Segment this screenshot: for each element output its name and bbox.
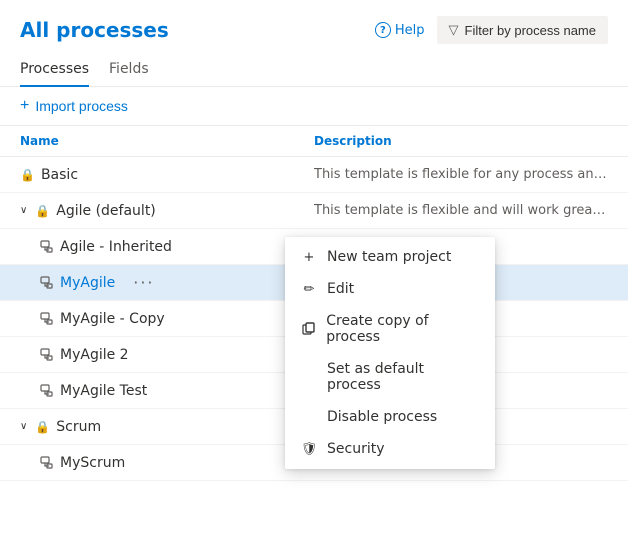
inherit-icon <box>40 456 54 470</box>
inherit-icon <box>40 312 54 326</box>
name-cell: MyScrum <box>20 455 314 471</box>
menu-item-label: Create copy of process <box>326 313 479 345</box>
process-name: Agile - Inherited <box>60 239 172 255</box>
menu-item-set-default[interactable]: Set as default process <box>285 353 495 401</box>
help-button[interactable]: ? Help <box>375 22 425 38</box>
process-name: MyAgile Test <box>60 383 147 399</box>
plus-icon: + <box>301 250 317 265</box>
process-name: Scrum <box>56 419 101 435</box>
import-button[interactable]: + Import process <box>20 97 128 115</box>
help-label: Help <box>395 23 425 38</box>
inherit-icon <box>40 384 54 398</box>
name-cell: 🔒 Basic <box>20 167 314 183</box>
edit-icon: ✏ <box>301 282 317 297</box>
process-name: Basic <box>41 167 78 183</box>
process-name: MyScrum <box>60 455 125 471</box>
tab-processes[interactable]: Processes <box>20 53 89 87</box>
name-cell: MyAgile 2 <box>20 347 314 363</box>
page-title: All processes <box>20 18 169 42</box>
tab-fields[interactable]: Fields <box>109 53 149 87</box>
menu-item-new-team-project[interactable]: + New team project <box>285 241 495 273</box>
chevron-down-icon[interactable]: ∨ <box>20 421 27 432</box>
lock-icon: 🔒 <box>20 168 35 182</box>
page-header: All processes ? Help ▽ Filter by process… <box>0 0 628 52</box>
inherit-icon <box>40 240 54 254</box>
process-list: 🔒 Basic This template is flexible for an… <box>0 157 628 481</box>
copy-icon <box>301 322 316 336</box>
lock-icon: 🔒 <box>35 420 50 434</box>
menu-item-edit[interactable]: ✏ Edit <box>285 273 495 305</box>
description-cell: This template is flexible for any proces… <box>314 167 608 182</box>
tab-bar: Processes Fields <box>0 52 628 87</box>
toolbar: + Import process <box>0 87 628 126</box>
shield-icon: 🛡 <box>301 442 317 457</box>
name-cell: MyAgile Test <box>20 383 314 399</box>
menu-item-label: Edit <box>327 281 354 297</box>
filter-label: Filter by process name <box>465 23 597 38</box>
help-icon: ? <box>375 22 391 38</box>
chevron-down-icon[interactable]: ∨ <box>20 205 27 216</box>
process-name: MyAgile 2 <box>60 347 129 363</box>
menu-item-security[interactable]: 🛡 Security <box>285 433 495 465</box>
context-menu: + New team project ✏ Edit Create copy of… <box>285 237 495 469</box>
name-cell: Agile - Inherited <box>20 239 314 255</box>
menu-item-label: Set as default process <box>327 361 479 393</box>
lock-icon: 🔒 <box>35 204 50 218</box>
filter-button[interactable]: ▽ Filter by process name <box>437 16 609 44</box>
inherit-icon <box>40 348 54 362</box>
menu-item-label: Disable process <box>327 409 437 425</box>
table-header: Name Description <box>0 126 628 157</box>
menu-item-create-copy[interactable]: Create copy of process <box>285 305 495 353</box>
process-name: Agile (default) <box>56 203 156 219</box>
header-actions: ? Help ▽ Filter by process name <box>375 16 608 44</box>
name-cell: ∨ 🔒 Scrum <box>20 419 314 435</box>
col-desc-header: Description <box>314 134 608 148</box>
col-name-header: Name <box>20 134 314 148</box>
plus-icon: + <box>20 97 29 115</box>
inherit-icon <box>40 276 54 290</box>
name-cell: MyAgile ··· <box>20 273 314 292</box>
table-row: 🔒 Basic This template is flexible for an… <box>0 157 628 193</box>
name-cell: MyAgile - Copy <box>20 311 314 327</box>
table-row: ∨ 🔒 Agile (default) This template is fle… <box>0 193 628 229</box>
menu-item-label: New team project <box>327 249 451 265</box>
process-name-link[interactable]: MyAgile <box>60 275 115 291</box>
menu-item-label: Security <box>327 441 385 457</box>
filter-icon: ▽ <box>449 22 459 38</box>
description-cell: This template is flexible and will work … <box>314 203 608 218</box>
menu-item-disable[interactable]: Disable process <box>285 401 495 433</box>
ellipsis-button[interactable]: ··· <box>129 273 158 292</box>
import-label: Import process <box>35 98 128 114</box>
name-cell: ∨ 🔒 Agile (default) <box>20 203 314 219</box>
process-name: MyAgile - Copy <box>60 311 165 327</box>
